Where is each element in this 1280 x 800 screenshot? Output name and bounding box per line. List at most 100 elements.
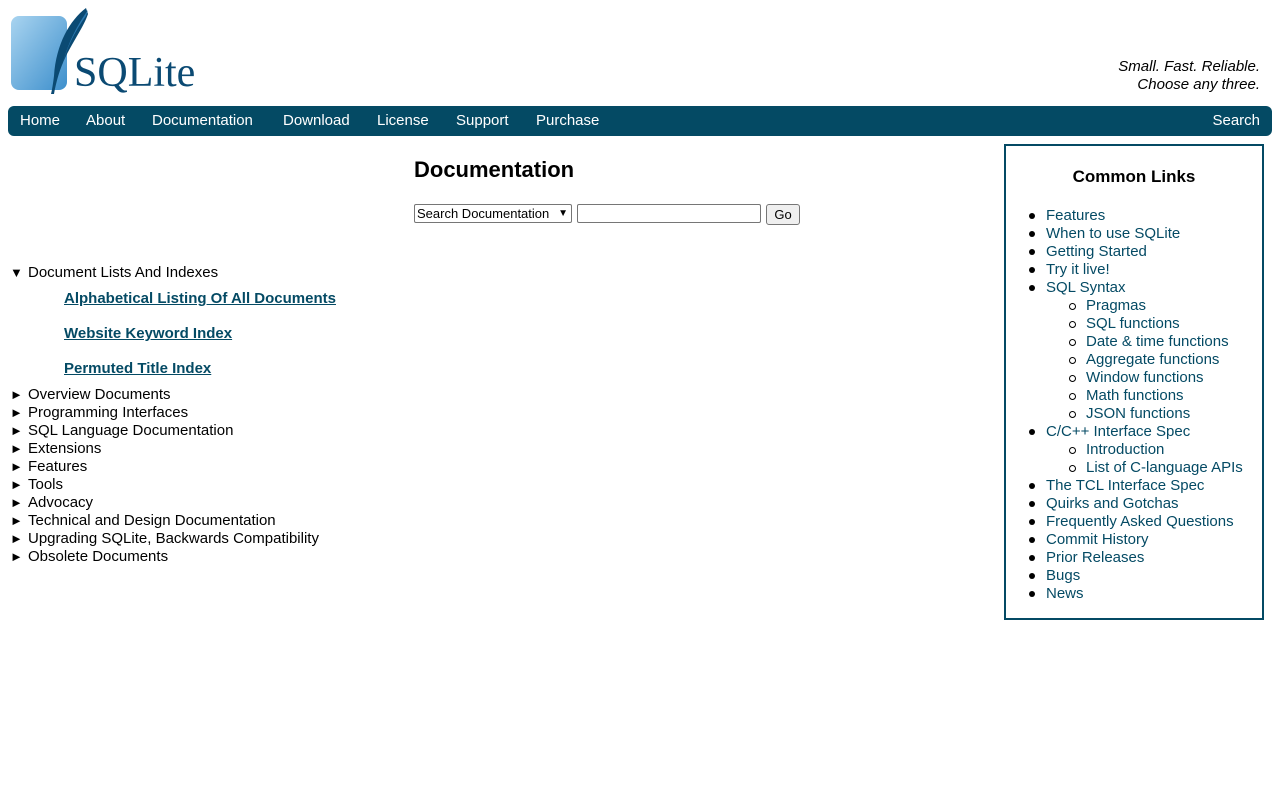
common-link-item[interactable]: News	[1046, 585, 1084, 603]
search-input[interactable]	[577, 204, 761, 223]
common-link-item[interactable]: Math functions	[1086, 387, 1184, 405]
link-permuted-title-index[interactable]: Permuted Title Index	[64, 360, 211, 378]
common-link-item[interactable]: C/C++ Interface Spec	[1046, 423, 1190, 441]
disc-bullet-icon	[1029, 573, 1035, 579]
common-link-item[interactable]: Bugs	[1046, 567, 1080, 585]
section-obsolete[interactable]: ► Obsolete Documents	[10, 548, 168, 566]
sqlite-logo[interactable]: SQLite	[8, 6, 208, 96]
menu-download[interactable]: Download	[283, 111, 350, 131]
link-alphabetical-listing[interactable]: Alphabetical Listing Of All Documents	[64, 290, 336, 308]
main-menu-bar: Home About Documentation Download Licens…	[8, 106, 1272, 136]
link-keyword-index[interactable]: Website Keyword Index	[64, 325, 232, 343]
collapsed-triangle-icon: ►	[10, 513, 23, 528]
section-label: SQL Language Documentation	[28, 422, 234, 439]
disc-bullet-icon	[1029, 285, 1035, 291]
common-link-item[interactable]: Introduction	[1086, 441, 1164, 459]
common-link-item[interactable]: Try it live!	[1046, 261, 1110, 279]
collapsed-triangle-icon: ►	[10, 549, 23, 564]
disc-bullet-icon	[1029, 213, 1035, 219]
disc-bullet-icon	[1029, 231, 1035, 237]
circle-bullet-icon	[1069, 411, 1076, 418]
common-link-item[interactable]: List of C-language APIs	[1086, 459, 1243, 477]
section-document-lists[interactable]: ▼ Document Lists And Indexes	[10, 264, 218, 282]
section-sql-language[interactable]: ► SQL Language Documentation	[10, 422, 233, 440]
common-link-item[interactable]: SQL functions	[1086, 315, 1180, 333]
section-overview[interactable]: ► Overview Documents	[10, 386, 171, 404]
section-label: Overview Documents	[28, 386, 171, 403]
site-header: SQLite Small. Fast. Reliable. Choose any…	[0, 0, 1280, 104]
page-title: Documentation	[414, 157, 575, 182]
svg-text:SQLite: SQLite	[74, 50, 195, 96]
section-tools[interactable]: ► Tools	[10, 476, 63, 494]
collapsed-triangle-icon: ►	[10, 459, 23, 474]
common-link-item[interactable]: Pragmas	[1086, 297, 1146, 315]
menu-home[interactable]: Home	[20, 111, 60, 131]
menu-purchase[interactable]: Purchase	[536, 111, 599, 131]
tagline: Small. Fast. Reliable. Choose any three.	[1118, 58, 1260, 94]
disc-bullet-icon	[1029, 537, 1035, 543]
collapsed-triangle-icon: ►	[10, 387, 23, 402]
disc-bullet-icon	[1029, 591, 1035, 597]
collapsed-triangle-icon: ►	[10, 405, 23, 420]
disc-bullet-icon	[1029, 501, 1035, 507]
common-links-title: Common Links	[1072, 167, 1196, 186]
tagline-line-1: Small. Fast. Reliable.	[1118, 58, 1260, 75]
go-button[interactable]: Go	[766, 204, 800, 225]
collapsed-triangle-icon: ►	[10, 441, 23, 456]
collapsed-triangle-icon: ►	[10, 423, 23, 438]
common-link-item[interactable]: Features	[1046, 207, 1105, 225]
common-links-box: Common Links Features When to use SQLite G…	[1004, 144, 1264, 620]
common-link-item[interactable]: Getting Started	[1046, 243, 1147, 261]
common-link-item[interactable]: Quirks and Gotchas	[1046, 495, 1179, 513]
section-advocacy[interactable]: ► Advocacy	[10, 494, 93, 512]
collapsed-triangle-icon: ►	[10, 495, 23, 510]
search-scope-value: Search Documentation	[417, 206, 550, 221]
section-upgrading[interactable]: ► Upgrading SQLite, Backwards Compatibili…	[10, 530, 319, 548]
common-link-item[interactable]: Window functions	[1086, 369, 1204, 387]
tagline-line-2: Choose any three.	[1137, 76, 1260, 93]
search-scope-select[interactable]: Search Documentation ▼	[414, 204, 572, 223]
disc-bullet-icon	[1029, 519, 1035, 525]
circle-bullet-icon	[1069, 465, 1076, 472]
disc-bullet-icon	[1029, 249, 1035, 255]
circle-bullet-icon	[1069, 393, 1076, 400]
menu-about[interactable]: About	[86, 111, 125, 131]
section-programming-interfaces[interactable]: ► Programming Interfaces	[10, 404, 188, 422]
section-features[interactable]: ► Features	[10, 458, 87, 476]
section-label: Programming Interfaces	[28, 404, 189, 421]
menu-support[interactable]: Support	[456, 111, 509, 131]
common-link-item[interactable]: When to use SQLite	[1046, 225, 1180, 243]
collapsed-triangle-icon: ►	[10, 531, 23, 546]
circle-bullet-icon	[1069, 357, 1076, 364]
common-link-item[interactable]: Commit History	[1046, 531, 1149, 549]
disc-bullet-icon	[1029, 429, 1035, 435]
common-link-item[interactable]: JSON functions	[1086, 405, 1190, 423]
menu-documentation[interactable]: Documentation	[152, 111, 253, 131]
circle-bullet-icon	[1069, 321, 1076, 328]
section-label: Document Lists And Indexes	[28, 264, 219, 281]
section-technical-design[interactable]: ► Technical and Design Documentation	[10, 512, 276, 530]
common-link-item[interactable]: Aggregate functions	[1086, 351, 1219, 369]
disc-bullet-icon	[1029, 267, 1035, 273]
disc-bullet-icon	[1029, 555, 1035, 561]
expanded-triangle-icon: ▼	[10, 265, 23, 280]
circle-bullet-icon	[1069, 375, 1076, 382]
menu-search[interactable]: Search	[1212, 111, 1260, 131]
disc-bullet-icon	[1029, 483, 1035, 489]
common-link-item[interactable]: The TCL Interface Spec	[1046, 477, 1204, 495]
section-label: Advocacy	[28, 494, 94, 511]
section-extensions[interactable]: ► Extensions	[10, 440, 101, 458]
common-link-item[interactable]: Frequently Asked Questions	[1046, 513, 1234, 531]
circle-bullet-icon	[1069, 339, 1076, 346]
section-label: Tools	[28, 476, 64, 493]
collapsed-triangle-icon: ►	[10, 477, 23, 492]
menu-license[interactable]: License	[377, 111, 429, 131]
chevron-down-icon: ▼	[558, 208, 568, 219]
common-link-item[interactable]: Date & time functions	[1086, 333, 1229, 351]
section-label: Extensions	[28, 440, 102, 457]
common-link-item[interactable]: SQL Syntax	[1046, 279, 1125, 297]
section-label: Upgrading SQLite, Backwards Compatibilit…	[28, 530, 319, 547]
common-link-item[interactable]: Prior Releases	[1046, 549, 1144, 567]
section-label: Technical and Design Documentation	[28, 512, 276, 529]
section-label: Features	[28, 458, 88, 475]
